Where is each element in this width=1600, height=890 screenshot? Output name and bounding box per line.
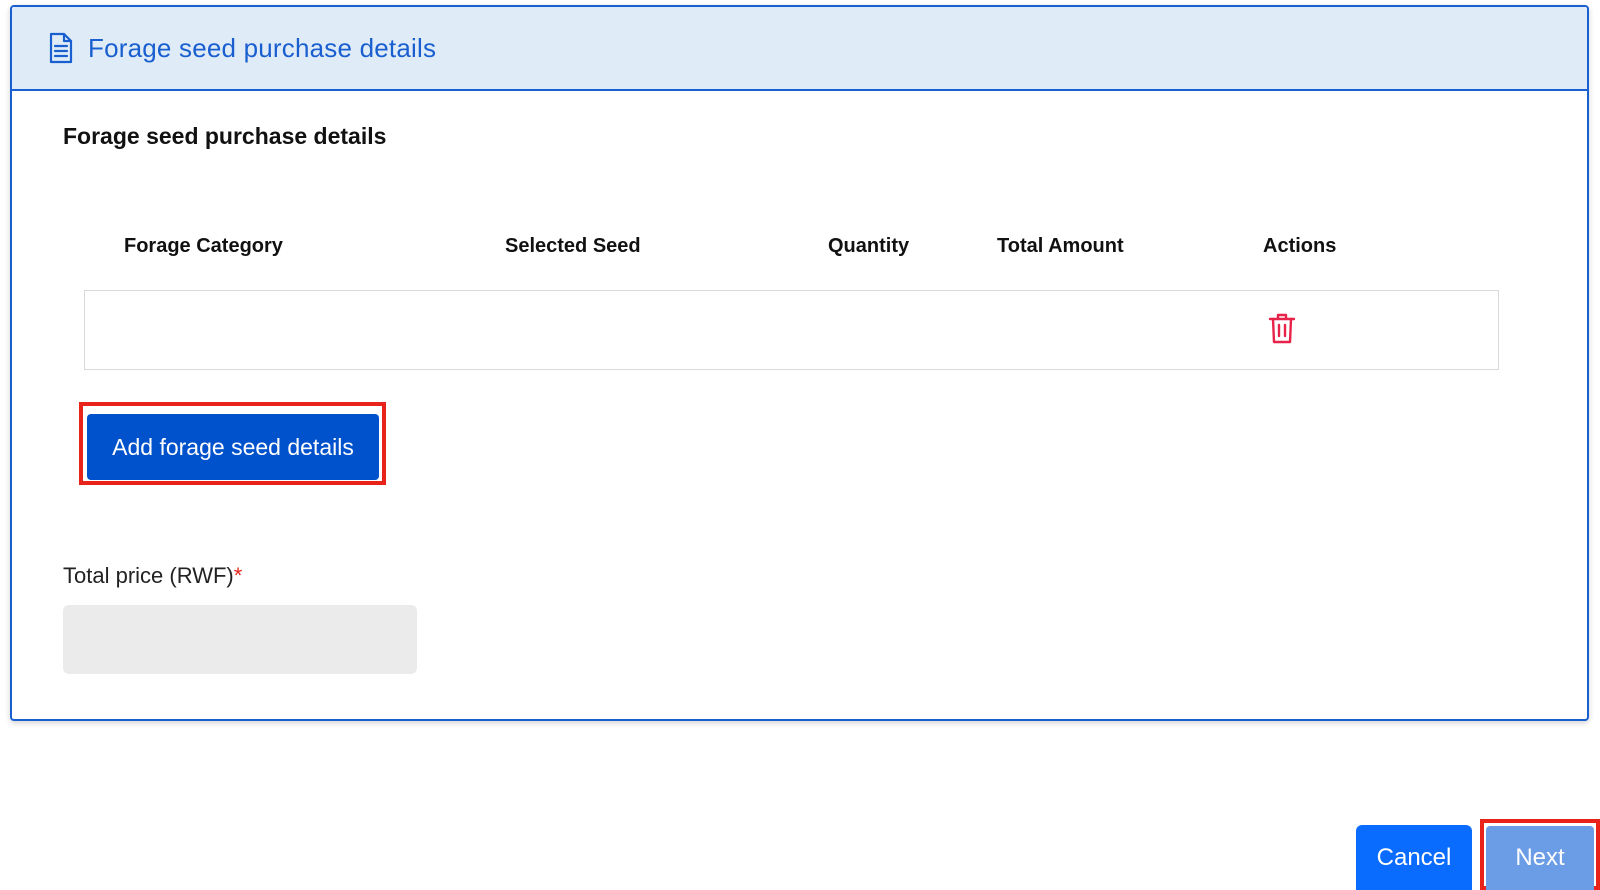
column-header-total-amount: Total Amount (997, 235, 1124, 257)
section-title: Forage seed purchase details (63, 123, 387, 149)
cancel-button[interactable]: Cancel (1356, 825, 1472, 890)
column-header-selected-seed: Selected Seed (505, 235, 641, 257)
card-header-title: Forage seed purchase details (88, 32, 437, 63)
add-forage-seed-details-button[interactable]: Add forage seed details (87, 414, 379, 480)
table-header: Forage Category Selected Seed Quantity T… (12, 235, 1587, 265)
column-header-forage-category: Forage Category (124, 235, 283, 257)
trash-icon[interactable] (1268, 312, 1296, 349)
total-price-label-text: Total price (RWF) (63, 563, 234, 588)
table-row (84, 290, 1499, 370)
delete-row-button[interactable] (1265, 311, 1299, 349)
total-price-label: Total price (RWF)* (63, 563, 242, 589)
column-header-actions: Actions (1263, 235, 1337, 257)
document-icon (48, 31, 78, 65)
column-header-quantity: Quantity (828, 235, 910, 257)
required-marker: * (233, 563, 243, 588)
total-price-input[interactable] (63, 605, 417, 674)
forage-seed-card: Forage seed purchase details Forage seed… (10, 5, 1589, 721)
card-header: Forage seed purchase details (12, 7, 1587, 91)
next-button[interactable]: Next (1486, 826, 1594, 890)
